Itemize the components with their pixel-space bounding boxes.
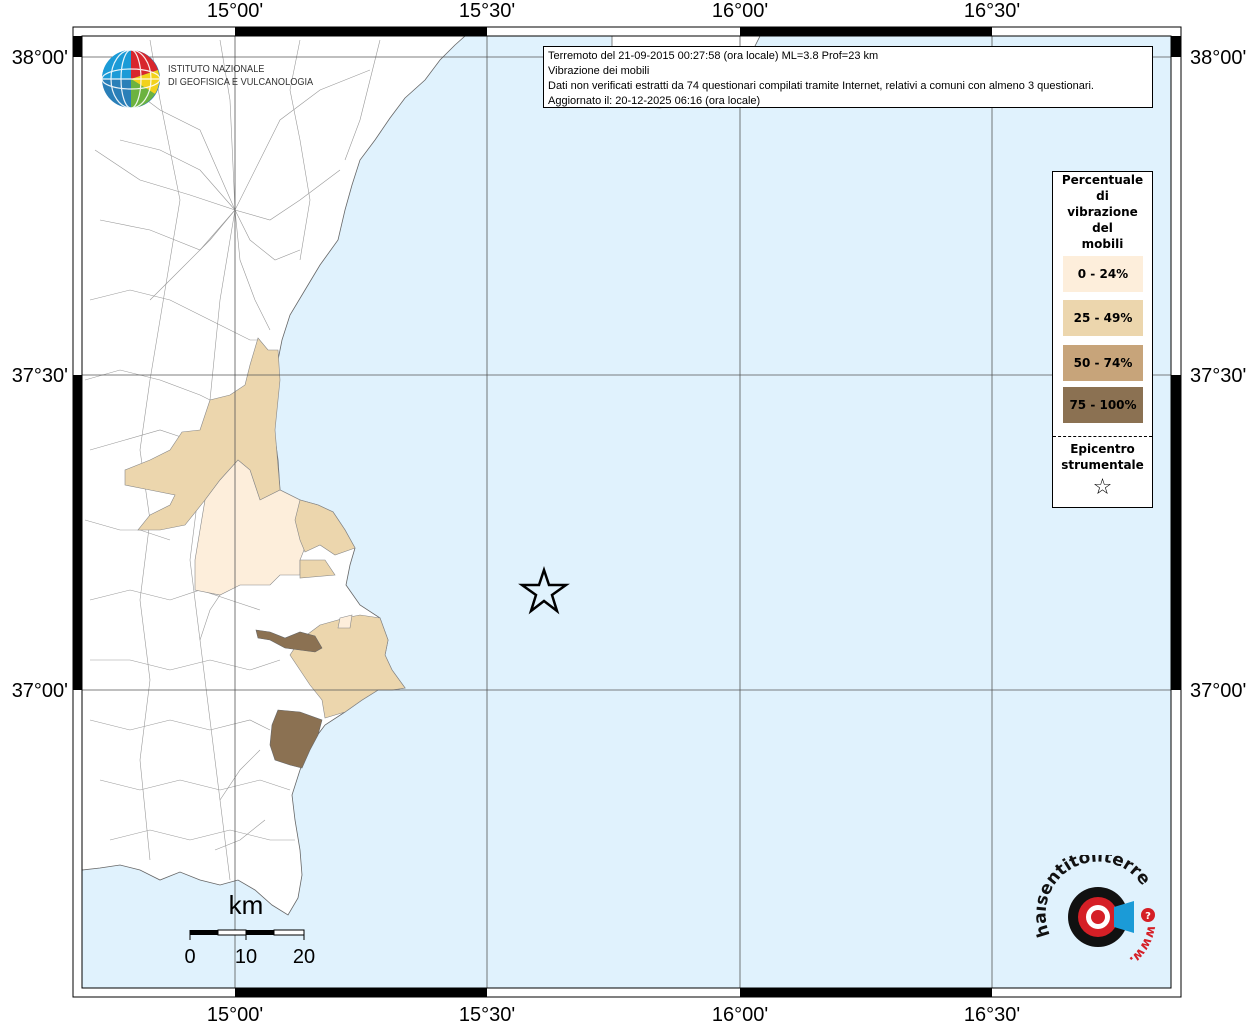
legend-title: Percentuale di vibrazione del mobili — [1061, 173, 1144, 251]
svg-text:?: ? — [1145, 911, 1151, 922]
ingv-name-line2: DI GEOFISICA E VULCANOLOGIA — [168, 77, 314, 88]
scale-tick-0: 0 — [184, 946, 195, 968]
lon-label-top: 16°00' — [712, 0, 768, 22]
legend-item-class1: 0 - 24% — [1063, 256, 1143, 292]
scale-unit: km — [229, 890, 264, 920]
legend-item-class4: 75 - 100% — [1063, 387, 1143, 423]
legend: Percentuale di vibrazione del mobili 0 -… — [1052, 171, 1153, 508]
map-type: Vibrazione dei mobili — [548, 65, 650, 77]
scale-tick-10: 10 — [235, 946, 257, 968]
lon-label-bottom: 15°30' — [459, 1004, 515, 1024]
ingv-name-line1: ISTITUTO NAZIONALE — [168, 64, 265, 75]
hst-logo: ? haisentitoilterremoto.it www. — [1036, 855, 1159, 967]
lon-label-top: 16°30' — [964, 0, 1020, 22]
lat-label-left: 38°00' — [12, 47, 68, 69]
legend-epicenter-label: Epicentro strumentale — [1061, 442, 1144, 472]
lat-label-right: 37°30' — [1190, 365, 1246, 387]
lon-label-top: 15°00' — [207, 0, 263, 22]
legend-item-class3: 50 - 74% — [1063, 345, 1143, 381]
update-time: Aggiornato il: 20-12-2025 06:16 (ora loc… — [548, 95, 761, 107]
lat-label-left: 37°00' — [12, 680, 68, 702]
lon-label-bottom: 16°00' — [712, 1004, 768, 1024]
legend-star-icon: ☆ — [1092, 475, 1113, 500]
lon-label-bottom: 15°00' — [207, 1004, 263, 1024]
ingv-globe-icon — [101, 49, 161, 109]
lat-label-right: 38°00' — [1190, 47, 1246, 69]
legend-item-class2: 25 - 49% — [1063, 300, 1143, 336]
scale-tick-20: 20 — [293, 946, 315, 968]
data-note: Dati non verificati estratti da 74 quest… — [548, 80, 1094, 92]
lon-label-top: 15°30' — [459, 0, 515, 22]
event-info-box: Terremoto del 21-09-2015 00:27:58 (ora l… — [543, 46, 1153, 108]
lat-label-right: 37°00' — [1190, 680, 1246, 702]
lat-label-left: 37°30' — [12, 365, 68, 387]
ingv-logo: ISTITUTO NAZIONALE DI GEOFISICA E VULCAN… — [100, 48, 320, 109]
lon-label-bottom: 16°30' — [964, 1004, 1020, 1024]
legend-separator — [1053, 436, 1152, 437]
event-title: Terremoto del 21-09-2015 00:27:58 (ora l… — [548, 50, 879, 62]
